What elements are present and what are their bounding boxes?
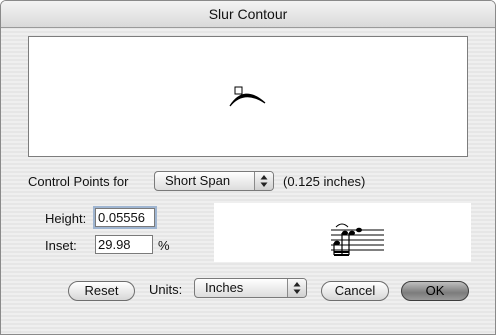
height-field[interactable]: 0.05556 [95,208,155,227]
title-bar: Slur Contour [1,1,495,28]
inset-label: Inset: [45,238,77,253]
height-label: Height: [45,211,87,226]
slur-curve-graphic [229,86,266,107]
control-points-label: Control Points for [28,174,129,189]
units-select[interactable]: Inches [194,278,307,298]
slur-curve [229,93,266,107]
slur-contour-dialog: Slur Contour Control Points for Short Sp… [0,0,496,335]
updown-arrows-icon [254,172,273,190]
cancel-button[interactable]: Cancel [321,281,389,301]
units-label: Units: [149,282,183,297]
inset-field[interactable]: 29.98 [95,235,153,254]
reset-button[interactable]: Reset [68,281,135,301]
units-select-value: Inches [205,280,244,295]
inset-unit: % [158,238,170,253]
music-notation-icon [331,223,384,256]
slur-preview[interactable] [28,36,468,157]
span-size-note: (0.125 inches) [283,174,366,189]
control-point-handle[interactable] [234,86,243,95]
window-title: Slur Contour [208,6,288,22]
span-select-value: Short Span [165,173,231,188]
notation-preview [214,203,471,262]
ok-button[interactable]: OK [401,281,469,301]
span-select[interactable]: Short Span [154,171,274,191]
updown-arrows-icon [287,279,306,297]
